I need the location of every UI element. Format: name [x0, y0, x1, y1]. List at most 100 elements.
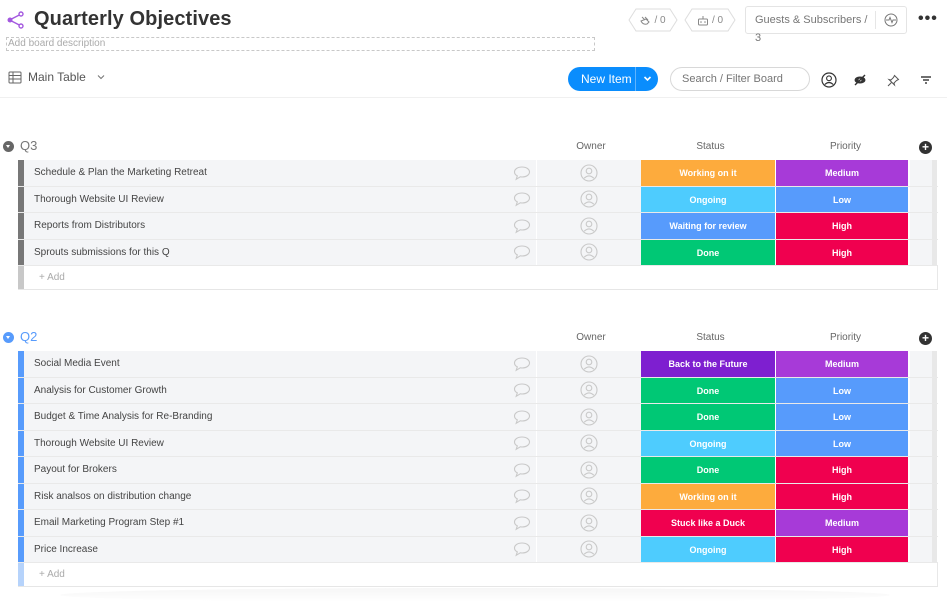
- priority-cell[interactable]: Low: [776, 430, 909, 456]
- owner-cell[interactable]: [537, 536, 641, 562]
- column-header-status[interactable]: Status: [643, 141, 778, 152]
- add-column-button[interactable]: +: [919, 141, 932, 154]
- priority-cell[interactable]: Medium: [776, 510, 909, 536]
- priority-cell[interactable]: High: [776, 483, 909, 509]
- table-row[interactable]: Thorough Website UI Review Ongoing Low: [18, 430, 938, 457]
- column-header-owner[interactable]: Owner: [570, 332, 612, 343]
- status-cell[interactable]: Stuck like a Duck: [641, 510, 776, 536]
- comment-button[interactable]: [507, 377, 537, 403]
- comment-button[interactable]: [507, 351, 537, 377]
- person-filter-button[interactable]: [820, 71, 838, 89]
- owner-cell[interactable]: [537, 483, 641, 509]
- owner-cell[interactable]: [537, 404, 641, 430]
- group-title[interactable]: Q2: [20, 329, 37, 344]
- comment-button[interactable]: [507, 510, 537, 536]
- item-name[interactable]: Price Increase: [24, 536, 507, 562]
- search-filter-input[interactable]: [670, 67, 810, 91]
- priority-cell[interactable]: Medium: [776, 351, 909, 377]
- item-name[interactable]: Reports from Distributors: [24, 213, 507, 239]
- table-row[interactable]: Risk analsos on distribution change Worki…: [18, 483, 938, 510]
- automations-button[interactable]: / 0: [684, 8, 736, 32]
- board-title[interactable]: Quarterly Objectives: [34, 8, 232, 31]
- share-icon[interactable]: [6, 10, 26, 30]
- status-cell[interactable]: Back to the Future: [641, 351, 776, 377]
- status-cell[interactable]: Working on it: [641, 160, 776, 186]
- priority-cell[interactable]: High: [776, 536, 909, 562]
- more-options-button[interactable]: •••: [918, 10, 938, 28]
- owner-cell[interactable]: [537, 510, 641, 536]
- status-cell[interactable]: Ongoing: [641, 536, 776, 562]
- comment-button[interactable]: [507, 160, 537, 186]
- group-title[interactable]: Q3: [20, 138, 37, 153]
- table-row[interactable]: Thorough Website UI Review Ongoing Low: [18, 186, 938, 213]
- table-row[interactable]: Email Marketing Program Step #1 Stuck lik…: [18, 510, 938, 537]
- new-item-button[interactable]: New Item: [568, 67, 658, 91]
- guests-subscribers-button[interactable]: Guests & Subscribers / 3: [745, 6, 907, 44]
- table-row[interactable]: Schedule & Plan the Marketing Retreat Wor…: [18, 160, 938, 187]
- item-name[interactable]: Payout for Brokers: [24, 457, 507, 483]
- comment-button[interactable]: [507, 186, 537, 212]
- view-selector[interactable]: Main Table: [8, 70, 106, 84]
- item-name[interactable]: Analysis for Customer Growth: [24, 377, 507, 403]
- add-item-row[interactable]: + Add: [18, 563, 938, 587]
- owner-cell[interactable]: [537, 160, 641, 186]
- comment-button[interactable]: [507, 457, 537, 483]
- table-row[interactable]: Social Media Event Back to the Future Medi…: [18, 351, 938, 378]
- owner-cell[interactable]: [537, 457, 641, 483]
- sort-filter-button[interactable]: [917, 71, 935, 89]
- item-name[interactable]: Schedule & Plan the Marketing Retreat: [24, 160, 507, 186]
- add-item-row[interactable]: + Add: [18, 266, 938, 290]
- priority-cell[interactable]: High: [776, 457, 909, 483]
- status-cell[interactable]: Ongoing: [641, 430, 776, 456]
- add-item-label[interactable]: + Add: [24, 266, 938, 289]
- item-name[interactable]: Thorough Website UI Review: [24, 430, 507, 456]
- column-header-status[interactable]: Status: [643, 332, 778, 343]
- column-header-owner[interactable]: Owner: [570, 141, 612, 152]
- item-name[interactable]: Email Marketing Program Step #1: [24, 510, 507, 536]
- comment-button[interactable]: [507, 213, 537, 239]
- owner-cell[interactable]: [537, 239, 641, 265]
- add-item-label[interactable]: + Add: [24, 563, 938, 586]
- owner-cell[interactable]: [537, 377, 641, 403]
- comment-button[interactable]: [507, 239, 537, 265]
- status-cell[interactable]: Done: [641, 404, 776, 430]
- table-row[interactable]: Price Increase Ongoing High: [18, 536, 938, 563]
- collapse-group-icon[interactable]: [3, 141, 14, 152]
- table-row[interactable]: Budget & Time Analysis for Re-Branding Do…: [18, 404, 938, 431]
- owner-cell[interactable]: [537, 213, 641, 239]
- column-header-priority[interactable]: Priority: [779, 141, 912, 152]
- hide-columns-button[interactable]: [851, 71, 869, 89]
- item-name[interactable]: Budget & Time Analysis for Re-Branding: [24, 404, 507, 430]
- item-name[interactable]: Social Media Event: [24, 351, 507, 377]
- add-column-button[interactable]: +: [919, 332, 932, 345]
- owner-cell[interactable]: [537, 186, 641, 212]
- priority-cell[interactable]: Medium: [776, 160, 909, 186]
- status-cell[interactable]: Done: [641, 457, 776, 483]
- owner-cell[interactable]: [537, 351, 641, 377]
- status-cell[interactable]: Done: [641, 239, 776, 265]
- owner-cell[interactable]: [537, 430, 641, 456]
- column-header-priority[interactable]: Priority: [779, 332, 912, 343]
- pin-button[interactable]: [884, 71, 902, 89]
- comment-button[interactable]: [507, 404, 537, 430]
- priority-cell[interactable]: Low: [776, 404, 909, 430]
- status-cell[interactable]: Ongoing: [641, 186, 776, 212]
- new-item-dropdown[interactable]: [636, 74, 658, 84]
- table-row[interactable]: Payout for Brokers Done High: [18, 457, 938, 484]
- status-cell[interactable]: Working on it: [641, 483, 776, 509]
- priority-cell[interactable]: Low: [776, 377, 909, 403]
- item-name[interactable]: Sprouts submissions for this Q: [24, 239, 507, 265]
- comment-button[interactable]: [507, 536, 537, 562]
- table-row[interactable]: Reports from Distributors Waiting for rev…: [18, 213, 938, 240]
- activity-button[interactable]: [876, 13, 906, 27]
- priority-cell[interactable]: High: [776, 239, 909, 265]
- priority-cell[interactable]: Low: [776, 186, 909, 212]
- board-description-field[interactable]: Add board description: [6, 37, 595, 51]
- collapse-group-icon[interactable]: [3, 332, 14, 343]
- table-row[interactable]: Sprouts submissions for this Q Done High: [18, 239, 938, 266]
- item-name[interactable]: Risk analsos on distribution change: [24, 483, 507, 509]
- item-name[interactable]: Thorough Website UI Review: [24, 186, 507, 212]
- comment-button[interactable]: [507, 430, 537, 456]
- comment-button[interactable]: [507, 483, 537, 509]
- status-cell[interactable]: Waiting for review: [641, 213, 776, 239]
